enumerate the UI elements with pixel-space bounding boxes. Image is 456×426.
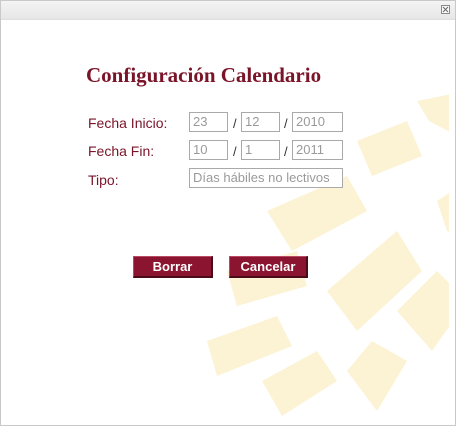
dialog-content: Configuración Calendario Fecha Inicio: 2… (7, 21, 449, 419)
cancelar-button[interactable]: Cancelar (229, 256, 308, 278)
fecha-inicio-label: Fecha Inicio: (88, 115, 168, 131)
tipo-label: Tipo: (88, 172, 119, 188)
tipo-input[interactable]: Días hábiles no lectivos (189, 168, 343, 188)
close-icon[interactable] (441, 5, 450, 14)
calendar-config-dialog: Configuración Calendario Fecha Inicio: 2… (0, 0, 456, 426)
page-title: Configuración Calendario (86, 63, 322, 87)
fecha-fin-year-input[interactable]: 2011 (292, 140, 343, 160)
date-separator: / (284, 116, 288, 131)
fecha-fin-month-input[interactable]: 1 (241, 140, 280, 160)
fecha-fin-label: Fecha Fin: (88, 143, 155, 159)
date-separator: / (233, 116, 237, 131)
dialog-titlebar (1, 1, 455, 20)
date-separator: / (284, 144, 288, 159)
fecha-inicio-day-input[interactable]: 23 (189, 112, 228, 132)
fecha-fin-day-input[interactable]: 10 (189, 140, 228, 160)
fecha-inicio-month-input[interactable]: 12 (241, 112, 280, 132)
date-separator: / (233, 144, 237, 159)
fecha-inicio-year-input[interactable]: 2010 (292, 112, 343, 132)
borrar-button[interactable]: Borrar (133, 256, 213, 278)
